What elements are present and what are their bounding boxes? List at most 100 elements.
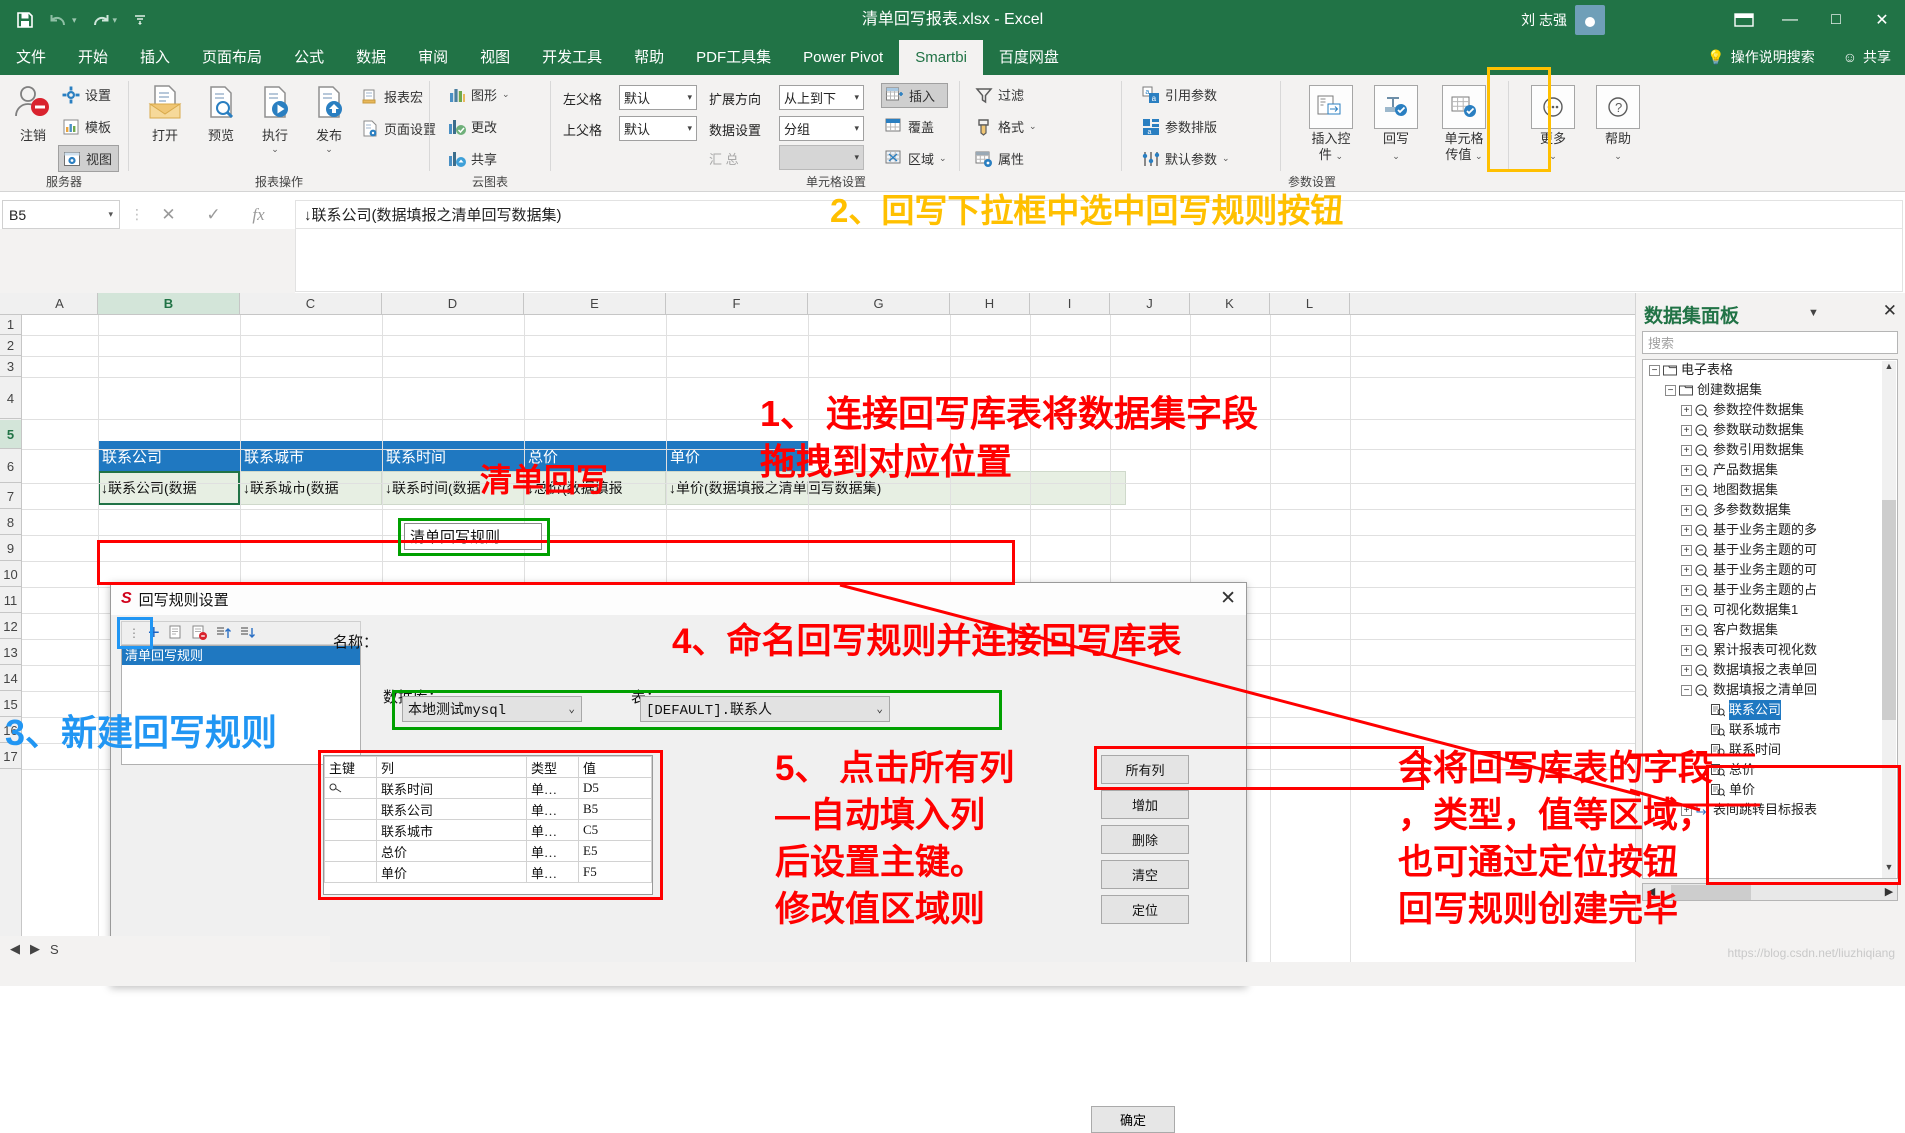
param-layout-button[interactable]: a 参数排版	[1142, 117, 1217, 136]
table-row[interactable]: 单价 单… F5	[324, 861, 652, 883]
data-setting-combo[interactable]: 分组 ▾	[779, 116, 864, 141]
default-param-button[interactable]: 默认参数 ⌄	[1142, 149, 1230, 168]
expand-icon[interactable]: +	[1681, 664, 1692, 676]
table-row[interactable]: 联系时间 单… D5	[324, 777, 652, 799]
tree-node-0[interactable]: − 电子表格	[1643, 360, 1897, 380]
tree-node-5[interactable]: + 产品数据集	[1643, 460, 1897, 480]
window-controls[interactable]: — □ ✕	[1721, 0, 1905, 40]
expand-icon[interactable]: +	[1681, 624, 1692, 636]
sheet-nav-last-icon[interactable]: ▶	[30, 941, 40, 957]
cell-value[interactable]: E5	[578, 840, 652, 862]
row-header-14[interactable]: 14	[0, 666, 21, 691]
left-parent-combo[interactable]: 默认 ▾	[619, 85, 697, 110]
tree-node-10[interactable]: + 基于业务主题的可	[1643, 560, 1897, 580]
tell-me-search[interactable]: 💡 操作说明搜索	[1693, 40, 1828, 75]
tree-node-19[interactable]: 联系时间	[1643, 740, 1897, 760]
header-cell[interactable]: 单价	[666, 441, 808, 471]
expand-icon[interactable]: +	[1681, 544, 1692, 556]
settings-button[interactable]: 设置	[62, 85, 111, 104]
publish-dropdown-icon[interactable]: ⌄	[325, 144, 333, 155]
rule-list-item[interactable]: 清单回写规则	[122, 646, 360, 665]
column-header-D[interactable]: D	[382, 293, 524, 314]
table-row[interactable]: 联系城市 单… C5	[324, 819, 652, 841]
column-header-L[interactable]: L	[1270, 293, 1350, 314]
overlay-button[interactable]: 覆盖	[885, 117, 934, 136]
delete-icon[interactable]	[192, 625, 208, 641]
formula-input[interactable]: ↓联系公司(数据填报之清单回写数据集)	[295, 200, 1903, 229]
avatar[interactable]	[1575, 5, 1605, 35]
expand-icon[interactable]: +	[1681, 644, 1692, 656]
dataset-tree[interactable]: ▲ ▼ − 电子表格 − 创建数据集 + 参数控件数据集 + 参数联动数据集 + 参数引用数据集 +…	[1642, 359, 1898, 879]
database-select[interactable]: 本地测试mysql ⌄	[402, 696, 582, 722]
scroll-right-icon[interactable]: ▶	[1881, 884, 1897, 900]
writeback-rule-list[interactable]: 清单回写规则	[121, 645, 361, 765]
tree-horizontal-scrollbar[interactable]: ◀ ▶	[1642, 883, 1898, 901]
row-header-6[interactable]: 6	[0, 450, 21, 483]
cell-column[interactable]: 总价	[376, 840, 527, 862]
format-button[interactable]: 格式 ⌄	[975, 117, 1037, 136]
tab-2[interactable]: 插入	[124, 40, 186, 75]
cell-primary-key[interactable]	[324, 819, 377, 841]
row-header-12[interactable]: 12	[0, 614, 21, 639]
collapse-icon[interactable]: −	[1681, 684, 1692, 696]
cell-type[interactable]: 单…	[526, 840, 579, 862]
formula-expanded-area[interactable]	[295, 229, 1903, 292]
table-select[interactable]: [DEFAULT].联系人 ⌄	[640, 696, 890, 722]
sheet-tab[interactable]: S	[50, 942, 59, 957]
ribbon-tab-strip[interactable]: 文件 开始 插入 页面布局 公式 数据 审阅 视图 开发工具 帮助 PDF工具集 Power Pivo…	[0, 40, 1905, 75]
tree-node-18[interactable]: 联系城市	[1643, 720, 1897, 740]
dataset-search-input[interactable]: 搜索	[1642, 331, 1898, 354]
column-header-E[interactable]: E	[524, 293, 666, 314]
row-header-8[interactable]: 8	[0, 510, 21, 535]
tree-node-14[interactable]: + 累计报表可视化数	[1643, 640, 1897, 660]
row-header-10[interactable]: 10	[0, 562, 21, 587]
view-button[interactable]: 视图	[58, 145, 120, 172]
column-header-J[interactable]: J	[1110, 293, 1190, 314]
expand-icon[interactable]: +	[1681, 564, 1692, 576]
tree-node-20[interactable]: 总价	[1643, 760, 1897, 780]
expand-icon[interactable]: +	[1681, 444, 1692, 456]
cell-type[interactable]: 单…	[526, 798, 579, 820]
execute-dropdown-icon[interactable]: ⌄	[271, 144, 279, 155]
tree-node-6[interactable]: + 地图数据集	[1643, 480, 1897, 500]
user-account[interactable]: 刘 志强	[1521, 0, 1605, 40]
rule-list-toolbar[interactable]: ⋮ +	[121, 621, 361, 645]
row-header-5[interactable]: 5	[0, 420, 21, 449]
preview-button[interactable]: 预览	[195, 81, 247, 144]
data-cell[interactable]: ↓联系时间(数据	[382, 471, 524, 505]
formula-bar-buttons[interactable]: ⋮ ✕ ✓ fx	[130, 200, 281, 229]
row-header-3[interactable]: 3	[0, 357, 21, 377]
tree-node-11[interactable]: + 基于业务主题的占	[1643, 580, 1897, 600]
tree-node-21[interactable]: 单价	[1643, 780, 1897, 800]
expand-icon[interactable]: +	[1681, 424, 1692, 436]
data-cell[interactable]: ↓单价(数据填报之清单回写数据集)	[666, 471, 1126, 505]
row-header-9[interactable]: 9	[0, 536, 21, 561]
cell-type[interactable]: 单…	[526, 777, 579, 799]
tab-10[interactable]: PDF工具集	[680, 40, 787, 75]
property-button[interactable]: 属性	[975, 149, 1024, 168]
sheet-nav-first-icon[interactable]: ◀	[10, 941, 20, 957]
column-header-K[interactable]: K	[1190, 293, 1270, 314]
ok-button[interactable]: 确定	[1091, 1106, 1175, 1133]
cell-value[interactable]: C5	[578, 819, 652, 841]
row-header-2[interactable]: 2	[0, 336, 21, 356]
tab-12[interactable]: Smartbi	[899, 40, 983, 75]
collapse-icon[interactable]: −	[1665, 384, 1676, 396]
writeback-button[interactable]: 回写 ⌄	[1365, 85, 1427, 164]
column-header-G[interactable]: G	[808, 293, 950, 314]
filter-button[interactable]: 过滤	[975, 85, 1024, 104]
tree-node-3[interactable]: + 参数联动数据集	[1643, 420, 1897, 440]
expand-direction-combo[interactable]: 从上到下 ▾	[779, 85, 864, 110]
row-header-16[interactable]: 16	[0, 718, 21, 743]
move-down-icon[interactable]	[240, 625, 256, 641]
cell-primary-key[interactable]	[324, 777, 377, 799]
writeback-columns-table[interactable]: 主键 列 类型 值 联系时间 单… D5 联系公司 单… B5 联系城市 单… C5 总价 单… E5…	[323, 755, 653, 895]
row-header-4[interactable]: 4	[0, 378, 21, 419]
expand-icon[interactable]: +	[1681, 464, 1692, 476]
report-macro-button[interactable]: 报表宏	[361, 87, 423, 106]
header-cell[interactable]: 联系公司	[98, 441, 240, 471]
ref-param-button[interactable]: aa 引用参数	[1142, 85, 1217, 104]
column-header-H[interactable]: H	[950, 293, 1030, 314]
table-row[interactable]: 总价 单… E5	[324, 840, 652, 862]
all-columns-button[interactable]: 所有列	[1101, 755, 1189, 784]
